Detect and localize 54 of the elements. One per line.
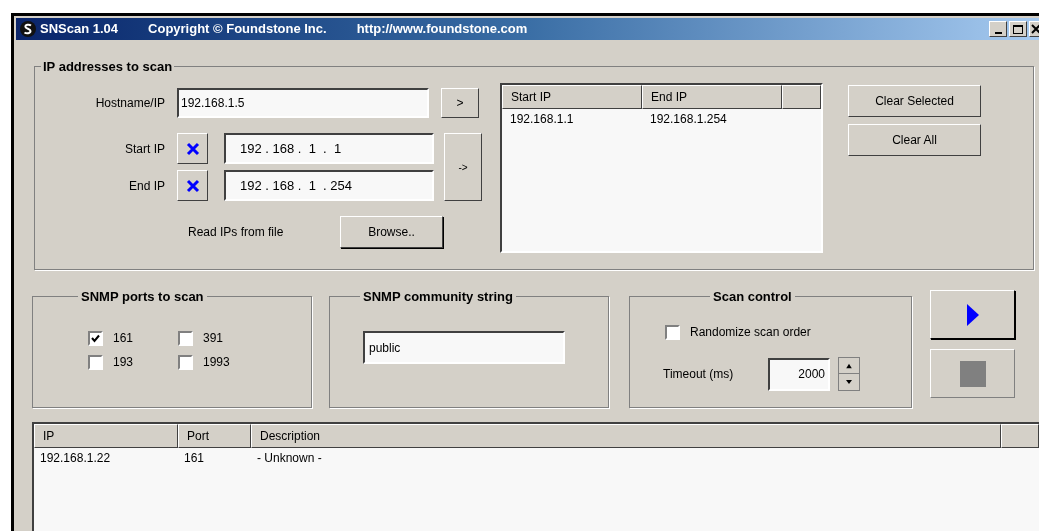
ip-address-field[interactable]: 192 . 168 . 1 . 254: [224, 170, 434, 201]
column-header[interactable]: Start IP: [502, 85, 642, 109]
checkbox[interactable]: [178, 330, 193, 346]
clear-ip-button[interactable]: [177, 170, 208, 201]
hostname-field[interactable]: 192.168.1.5: [177, 87, 429, 118]
cross-icon: [185, 178, 200, 193]
browse-button[interactable]: Browse..: [340, 216, 443, 248]
add-host-button[interactable]: >: [441, 87, 479, 118]
column-header[interactable]: Description: [251, 424, 1001, 448]
list-cell-text: - Unknown -: [256, 450, 323, 467]
spin-buttons[interactable]: [838, 357, 860, 391]
list-cell-text: 192.168.1.254: [649, 111, 728, 128]
checkbox[interactable]: [88, 354, 103, 370]
start-button[interactable]: [930, 290, 1015, 339]
column-header[interactable]: End IP: [642, 85, 782, 109]
cross-icon: [185, 141, 200, 156]
field-label: End IP: [127, 177, 166, 195]
window-title: SNScan 1.04: [40, 20, 119, 39]
checkbox-label: Randomize scan order: [690, 324, 811, 341]
app-logo-icon: [20, 21, 36, 37]
list-cell-text: 161: [183, 450, 206, 467]
play-icon: [966, 303, 979, 326]
field-label: Hostname/IP: [94, 94, 166, 112]
column-header[interactable]: [1001, 424, 1039, 448]
close-button[interactable]: [1029, 21, 1039, 37]
ip-address-field[interactable]: 192 . 168 . 1 . 1: [224, 133, 434, 164]
maximize-button[interactable]: [1009, 21, 1027, 37]
read-file-label: Read IPs from file: [188, 224, 285, 241]
range-list[interactable]: Start IP End IP 192.168.1.1 192.168.1.254: [500, 83, 823, 253]
checkbox-label: 391: [203, 330, 224, 347]
checkbox-label: 1993: [203, 354, 230, 371]
timeout-label: Timeout (ms): [663, 366, 735, 383]
window-title: http://www.foundstone.com: [356, 20, 528, 39]
clear-button[interactable]: Clear Selected: [848, 85, 981, 117]
clear-ip-button[interactable]: [177, 133, 208, 164]
column-header[interactable]: [782, 85, 821, 109]
checkbox[interactable]: [88, 330, 103, 346]
window-title: Copyright © Foundstone Inc.: [148, 20, 327, 39]
column-header[interactable]: Port: [178, 424, 251, 448]
timeout-field[interactable]: 2000: [768, 357, 830, 391]
add-range-button[interactable]: ->: [444, 133, 482, 201]
field-label: Start IP: [124, 140, 166, 158]
list-cell-text: 192.168.1.1: [509, 111, 575, 128]
minimize-button[interactable]: [989, 21, 1007, 37]
checkbox[interactable]: [178, 354, 193, 370]
list-cell-text: 192.168.1.22: [39, 450, 112, 467]
results-list[interactable]: IP Port Description 192.168.1.22 161 - Unknown -: [32, 422, 1039, 531]
checkbox-label: 161: [113, 330, 134, 347]
stop-icon: [959, 360, 986, 387]
community-field[interactable]: public: [363, 331, 565, 364]
column-header[interactable]: IP: [34, 424, 178, 448]
checkbox-label: 193: [113, 354, 134, 371]
clear-button[interactable]: Clear All: [848, 124, 981, 156]
checkbox[interactable]: [665, 324, 680, 340]
